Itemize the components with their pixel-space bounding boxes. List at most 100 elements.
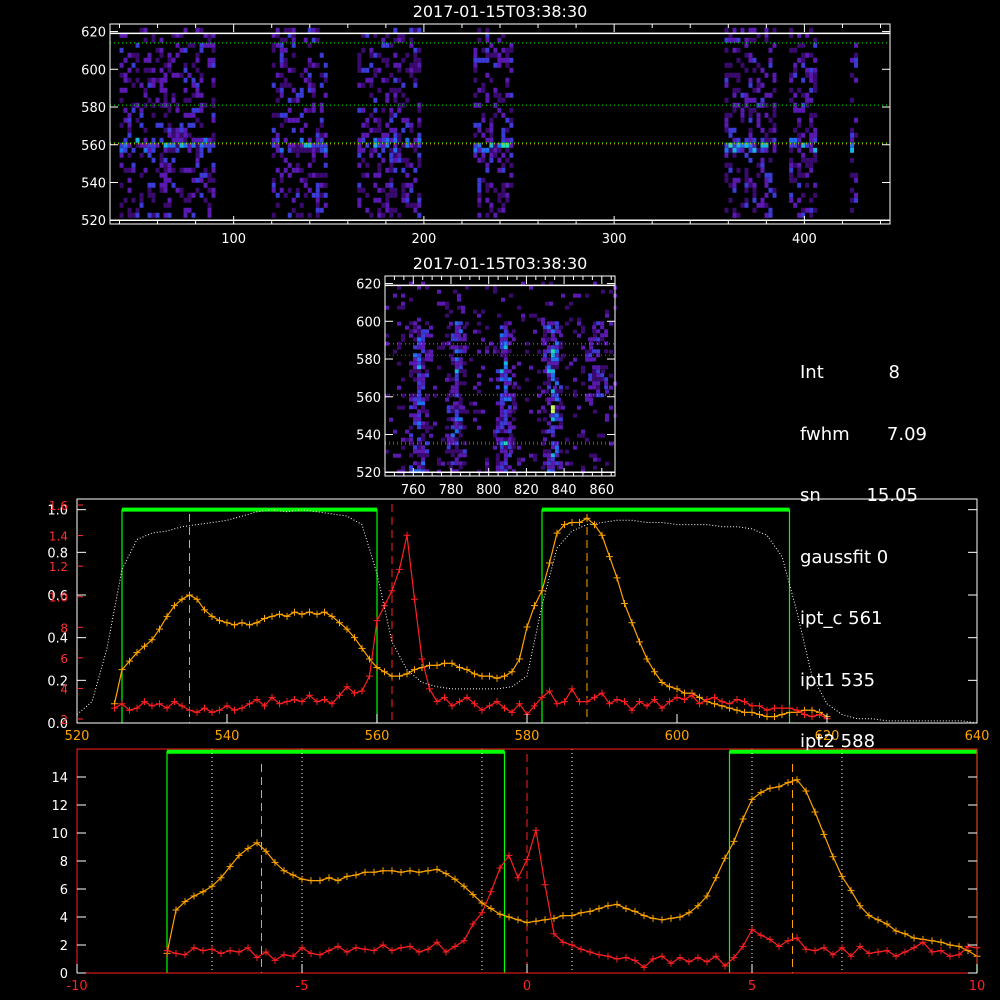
heatmap-cell bbox=[159, 67, 164, 73]
plot-title: 2017-01-15T03:38:30 bbox=[413, 2, 588, 21]
heatmap-cell bbox=[207, 207, 212, 213]
heatmap-cell bbox=[748, 112, 753, 118]
heatmap-cell bbox=[417, 341, 422, 346]
heatmap-cell bbox=[167, 127, 172, 133]
heatmap-cell bbox=[503, 329, 508, 334]
heatmap-cell bbox=[485, 461, 489, 466]
heatmap-cell bbox=[315, 202, 320, 208]
heatmap-cell bbox=[752, 207, 757, 213]
heatmap-cell bbox=[592, 393, 597, 398]
heatmap-cell bbox=[561, 405, 565, 410]
heatmap-cell bbox=[503, 333, 508, 338]
heatmap-cell bbox=[445, 301, 449, 306]
heatmap-cell bbox=[554, 397, 559, 402]
heatmap-cell bbox=[740, 27, 745, 33]
series-red-point bbox=[325, 947, 333, 955]
heatmap-cell bbox=[541, 337, 545, 342]
heatmap-cell bbox=[417, 142, 422, 148]
heatmap-cell bbox=[315, 127, 320, 133]
series-red-point bbox=[784, 937, 792, 945]
heatmap-cell bbox=[409, 453, 414, 458]
heatmap-cell bbox=[604, 365, 609, 370]
heatmap-cell bbox=[809, 162, 814, 168]
heatmap-cell bbox=[454, 441, 459, 446]
heatmap-cell bbox=[736, 77, 741, 83]
heatmap-cell bbox=[549, 301, 553, 306]
heatmap-cell bbox=[740, 112, 745, 118]
fit-info-panel: Int 8 fwhm 7.09 sn 15.05 gaussfit 0 ipt_c 5… bbox=[800, 322, 927, 773]
heatmap-cell bbox=[283, 62, 288, 68]
heatmap-cell bbox=[307, 62, 312, 68]
heatmap-cell bbox=[365, 162, 370, 168]
heatmap-cell bbox=[151, 157, 156, 163]
heatmap-cell bbox=[740, 92, 745, 98]
heatmap-cell bbox=[413, 377, 418, 382]
heatmap-cell bbox=[123, 107, 128, 113]
heatmap-cell bbox=[417, 27, 422, 33]
heatmap-cell bbox=[768, 137, 773, 143]
heatmap-cell bbox=[131, 197, 136, 203]
heatmap-cell bbox=[495, 349, 500, 354]
heatmap-cell bbox=[271, 42, 276, 48]
heatmap-cell bbox=[850, 207, 855, 213]
heatmap-cell bbox=[183, 47, 188, 53]
heatmap-cell bbox=[748, 177, 753, 183]
heatmap-cell bbox=[724, 147, 729, 153]
heatmap-cell bbox=[139, 107, 144, 113]
heatmap-cell bbox=[425, 429, 430, 434]
heatmap-cell bbox=[373, 147, 378, 153]
heatmap-cell bbox=[377, 162, 382, 168]
heatmap-cell bbox=[752, 107, 757, 113]
heatmap-cell bbox=[511, 397, 516, 402]
series-orange-point bbox=[666, 683, 673, 691]
heatmap-cell bbox=[207, 42, 212, 48]
heatmap-cell bbox=[295, 167, 300, 173]
heatmap-cell bbox=[509, 122, 514, 128]
heatmap-cell bbox=[413, 52, 418, 58]
heatmap-cell bbox=[167, 177, 172, 183]
heatmap-cell bbox=[417, 413, 422, 418]
heatmap-cell bbox=[736, 167, 741, 173]
heatmap-cell bbox=[195, 157, 200, 163]
heatmap-cell bbox=[271, 137, 276, 143]
heatmap-cell bbox=[554, 329, 559, 334]
heatmap-cell bbox=[501, 192, 506, 198]
heatmap-cell bbox=[401, 127, 406, 133]
series-orange-point bbox=[321, 608, 328, 616]
heatmap-cell bbox=[499, 437, 504, 442]
heatmap-cell bbox=[503, 429, 508, 434]
heatmap-cell bbox=[581, 365, 585, 370]
heatmap-cell bbox=[503, 449, 508, 454]
heatmap-cell bbox=[183, 132, 188, 138]
heatmap-cell bbox=[163, 182, 168, 188]
heatmap-cell bbox=[279, 62, 284, 68]
heatmap-cell bbox=[299, 167, 304, 173]
heatmap-cell bbox=[295, 92, 300, 98]
heatmap-cell bbox=[501, 182, 506, 188]
heatmap-cell bbox=[454, 413, 459, 418]
series-red-point bbox=[373, 617, 381, 625]
heatmap-cell bbox=[421, 401, 426, 406]
heatmap-cell bbox=[752, 97, 757, 103]
heatmap-cell bbox=[789, 172, 794, 178]
heatmap-cell bbox=[454, 449, 459, 454]
heatmap-cell bbox=[131, 82, 136, 88]
heatmap-cell bbox=[493, 187, 498, 193]
heatmap-cell bbox=[569, 301, 573, 306]
heatmap-cell bbox=[542, 417, 547, 422]
heatmap-cell bbox=[609, 373, 613, 378]
x-tick-label: 400 bbox=[792, 232, 817, 247]
heatmap-cell bbox=[287, 107, 292, 113]
series-orange-point bbox=[847, 886, 855, 894]
heatmap-cell bbox=[503, 341, 508, 346]
heatmap-cell bbox=[850, 97, 855, 103]
heatmap-cell bbox=[797, 122, 802, 128]
heatmap-cell bbox=[409, 182, 414, 188]
heatmap-cell bbox=[199, 137, 204, 143]
heatmap-cell bbox=[199, 177, 204, 183]
heatmap-cell bbox=[592, 377, 597, 382]
heatmap-cell bbox=[744, 92, 749, 98]
heatmap-cell bbox=[481, 365, 485, 370]
heatmap-cell bbox=[381, 142, 386, 148]
heatmap-cell bbox=[357, 107, 362, 113]
